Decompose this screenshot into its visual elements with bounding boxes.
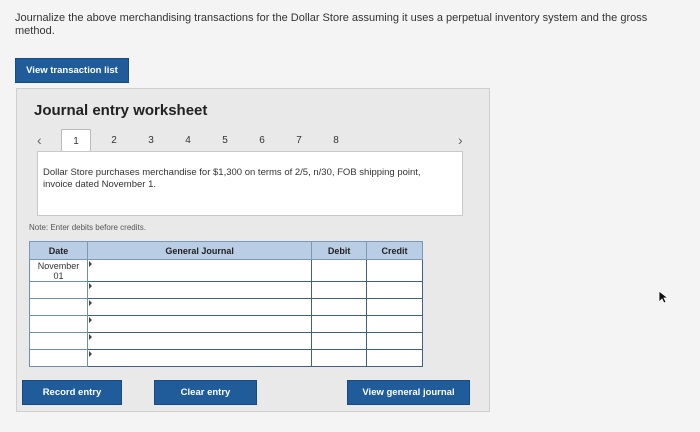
account-input[interactable]: [86, 315, 313, 333]
date-cell: [29, 332, 88, 350]
date-cell: November 01: [29, 259, 88, 282]
date-header: Date: [29, 241, 88, 260]
tab-8[interactable]: 8: [321, 129, 351, 151]
table-row: [29, 332, 423, 350]
date-cell: [29, 349, 88, 367]
account-input[interactable]: [86, 281, 313, 299]
worksheet-title: Journal entry worksheet: [34, 102, 208, 119]
debit-input[interactable]: [311, 332, 368, 350]
journal-entry-worksheet: Journal entry worksheet ‹ 1 2 3 4 5 6 7 …: [16, 88, 490, 412]
tab-1[interactable]: 1: [61, 129, 91, 153]
view-general-journal-button[interactable]: View general journal: [347, 380, 470, 405]
table-row: [29, 315, 423, 333]
journal-grid: Date General Journal Debit Credit Novemb…: [29, 241, 423, 367]
table-row: November 01: [29, 259, 423, 282]
transaction-description-box: Dollar Store purchases merchandise for $…: [37, 151, 463, 216]
note-text: Note: Enter debits before credits.: [29, 223, 146, 232]
debit-input[interactable]: [311, 259, 368, 282]
credit-input[interactable]: [366, 349, 423, 367]
date-cell: [29, 298, 88, 316]
account-input[interactable]: [86, 259, 313, 282]
table-row: [29, 349, 423, 367]
view-transaction-list-button[interactable]: View transaction list: [15, 58, 129, 83]
credit-input[interactable]: [366, 298, 423, 316]
chevron-left-icon[interactable]: ‹: [37, 132, 42, 148]
transaction-description: Dollar Store purchases merchandise for $…: [43, 167, 421, 190]
tab-3[interactable]: 3: [136, 129, 166, 151]
debit-input[interactable]: [311, 349, 368, 367]
credit-input[interactable]: [366, 281, 423, 299]
date-cell: [29, 315, 88, 333]
date-cell: [29, 281, 88, 299]
account-input[interactable]: [86, 349, 313, 367]
mouse-cursor-icon: [658, 290, 670, 304]
credit-input[interactable]: [366, 259, 423, 282]
tab-5[interactable]: 5: [210, 129, 240, 151]
debit-header: Debit: [311, 241, 368, 260]
table-row: [29, 298, 423, 316]
tab-2[interactable]: 2: [99, 129, 129, 151]
debit-input[interactable]: [311, 315, 368, 333]
tab-7[interactable]: 7: [284, 129, 314, 151]
debit-input[interactable]: [311, 298, 368, 316]
instructions-text: Journalize the above merchandising trans…: [15, 12, 648, 37]
record-entry-button[interactable]: Record entry: [22, 380, 122, 405]
credit-input[interactable]: [366, 315, 423, 333]
chevron-right-icon[interactable]: ›: [458, 132, 463, 148]
account-input[interactable]: [86, 332, 313, 350]
worksheet-tabs: ‹ 1 2 3 4 5 6 7 8 ›: [17, 129, 489, 153]
credit-input[interactable]: [366, 332, 423, 350]
credit-header: Credit: [366, 241, 423, 260]
clear-entry-button[interactable]: Clear entry: [154, 380, 257, 405]
account-input[interactable]: [86, 298, 313, 316]
general-journal-header: General Journal: [86, 241, 313, 260]
tab-6[interactable]: 6: [247, 129, 277, 151]
table-row: [29, 281, 423, 299]
tab-4[interactable]: 4: [173, 129, 203, 151]
debit-input[interactable]: [311, 281, 368, 299]
